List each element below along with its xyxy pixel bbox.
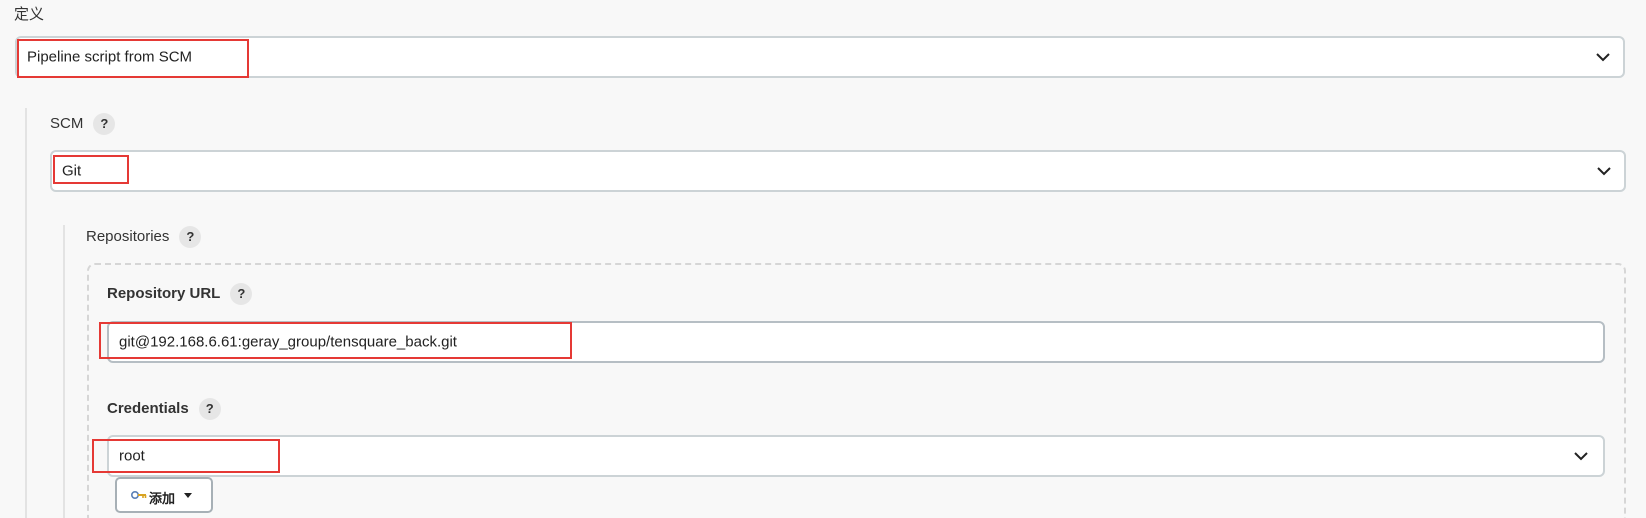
key-icon [131, 491, 147, 499]
caret-down-icon [184, 493, 192, 498]
credentials-label-row: Credentials? [107, 398, 221, 420]
repository-entry-box [87, 263, 1626, 518]
help-icon[interactable]: ? [93, 113, 116, 135]
help-icon[interactable]: ? [230, 283, 253, 305]
repository-url-value: git@192.168.6.61:geray_group/tensquare_b… [119, 333, 457, 351]
help-icon[interactable]: ? [179, 226, 202, 248]
chevron-down-icon [1597, 167, 1611, 176]
repository-url-label-row: Repository URL? [107, 283, 253, 305]
repository-url-input[interactable]: git@192.168.6.61:geray_group/tensquare_b… [107, 321, 1605, 363]
chevron-down-icon [1596, 53, 1610, 62]
repositories-label-row: Repositories? [86, 226, 202, 248]
pipeline-config-page: 定义 Pipeline script from SCM SCM? Git Rep… [0, 0, 1646, 518]
scm-label-row: SCM? [50, 113, 116, 135]
add-credentials-button[interactable]: 添加 [115, 477, 213, 513]
scm-select-value: Git [62, 162, 82, 180]
repository-url-label: Repository URL [107, 284, 221, 302]
credentials-select[interactable]: root [107, 435, 1605, 477]
scm-section-border [25, 108, 27, 518]
chevron-down-icon [1574, 452, 1588, 461]
repositories-label: Repositories [86, 227, 170, 245]
credentials-label: Credentials [107, 399, 189, 417]
credentials-select-value: root [119, 447, 145, 465]
definition-select-value: Pipeline script from SCM [27, 48, 193, 66]
scm-select[interactable]: Git [50, 150, 1626, 192]
scm-label: SCM [50, 114, 84, 132]
add-button-label: 添加 [149, 491, 176, 506]
definition-select[interactable]: Pipeline script from SCM [15, 36, 1625, 78]
help-icon[interactable]: ? [198, 398, 221, 420]
definition-label: 定义 [14, 6, 45, 23]
repositories-section-border [63, 225, 65, 518]
